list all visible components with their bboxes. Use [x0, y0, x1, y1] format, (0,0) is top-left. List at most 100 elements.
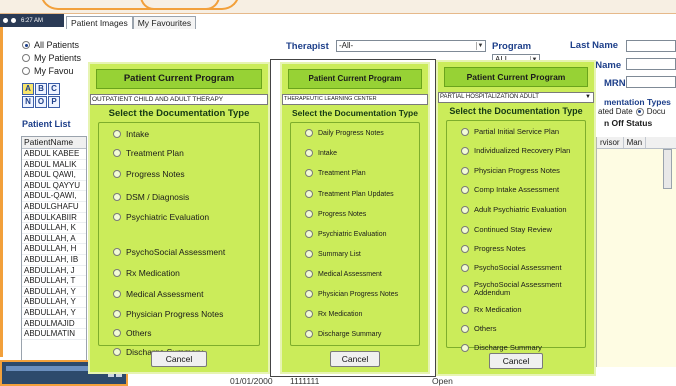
- radio-dot[interactable]: [305, 149, 313, 157]
- radio-dot[interactable]: [461, 225, 469, 234]
- doc-type-radio[interactable]: [635, 107, 644, 116]
- option-individualized-recovery-plan[interactable]: Individualized Recovery Plan: [461, 146, 570, 155]
- option-others[interactable]: Others: [461, 324, 497, 333]
- radio-dot[interactable]: [461, 324, 469, 333]
- radio-dot[interactable]: [461, 244, 469, 253]
- option-discharge-summary[interactable]: Discharge Summary: [305, 330, 381, 338]
- radio-dot[interactable]: [113, 213, 121, 221]
- radio-dot[interactable]: [113, 290, 121, 298]
- option-psychosocial-assessment[interactable]: PsychoSocial Assessment: [113, 247, 225, 257]
- table-row[interactable]: ABDULKABIIR: [22, 213, 86, 224]
- radio-dot[interactable]: [113, 348, 121, 356]
- first-name-input[interactable]: [626, 58, 676, 70]
- option-progress-notes[interactable]: Progress Notes: [113, 169, 185, 179]
- chevron-down-icon[interactable]: ▼: [476, 42, 484, 50]
- table-row[interactable]: ABDULGHAFU: [22, 202, 86, 213]
- radio-dot[interactable]: [461, 263, 469, 272]
- table-row[interactable]: ABDULLAH, IB: [22, 255, 86, 266]
- radio-dot[interactable]: [305, 250, 313, 258]
- option-discharge-summary[interactable]: Discharge Summary: [461, 343, 542, 352]
- tab-patient-images[interactable]: Patient Images: [66, 16, 133, 29]
- table-row[interactable]: ABDUL QAYYU: [22, 181, 86, 192]
- radio-dot[interactable]: [113, 149, 121, 157]
- option-continued-stay-review[interactable]: Continued Stay Review: [461, 225, 552, 234]
- therapist-select[interactable]: -All- ▼: [336, 40, 486, 52]
- radio-dot[interactable]: [22, 67, 30, 75]
- chevron-down-icon[interactable]: ▼: [585, 93, 591, 102]
- vertical-scrollbar[interactable]: [663, 149, 672, 189]
- last-name-input[interactable]: [626, 40, 676, 52]
- option-progress-notes[interactable]: Progress Notes: [461, 244, 526, 253]
- radio-dot[interactable]: [305, 169, 313, 177]
- radio-dot[interactable]: [113, 130, 121, 138]
- option-dsm-diagnosis[interactable]: DSM / Diagnosis: [113, 192, 189, 202]
- table-row[interactable]: ABDULLAH, Y: [22, 297, 86, 308]
- option-rx-medication[interactable]: Rx Medication: [461, 305, 522, 314]
- cancel-button[interactable]: Cancel: [330, 351, 380, 367]
- column-header-supervisor[interactable]: rvisor: [597, 137, 624, 148]
- option-treatment-plan-updates[interactable]: Treatment Plan Updates: [305, 190, 394, 198]
- radio-dot[interactable]: [461, 127, 469, 136]
- table-row[interactable]: ABDULLAH, K: [22, 223, 86, 234]
- tray-icon[interactable]: [3, 18, 8, 23]
- cancel-button[interactable]: Cancel: [489, 353, 543, 369]
- option-intake[interactable]: Intake: [305, 149, 337, 157]
- radio-dot[interactable]: [305, 330, 313, 338]
- tray-icon-2[interactable]: [11, 18, 16, 23]
- program-combo[interactable]: OUTPATIENT CHILD AND ADULT THERAPY: [90, 94, 268, 105]
- radio-dot[interactable]: [461, 166, 469, 175]
- alpha-button-b[interactable]: B: [35, 83, 47, 95]
- table-row[interactable]: ABDULLAH, J: [22, 266, 86, 277]
- cancel-button[interactable]: Cancel: [151, 351, 207, 367]
- option-rx-medication[interactable]: Rx Medication: [305, 310, 362, 318]
- option-psychosocial-assessment[interactable]: PsychoSocial Assessment: [461, 263, 562, 272]
- option-treatment-plan[interactable]: Treatment Plan: [113, 148, 184, 158]
- table-row[interactable]: ABDUL KABEE: [22, 149, 86, 160]
- option-medical-assessment[interactable]: Medical Assessment: [113, 289, 203, 299]
- table-row[interactable]: ABDULLAH, A: [22, 234, 86, 245]
- radio-dot[interactable]: [22, 54, 30, 62]
- radio-dot[interactable]: [113, 329, 121, 337]
- option-daily-progress-notes[interactable]: Daily Progress Notes: [305, 129, 384, 137]
- option-comp-intake-assessment[interactable]: Comp Intake Assessment: [461, 185, 559, 194]
- option-psychiatric-evaluation[interactable]: Psychiatric Evaluation: [113, 212, 209, 222]
- option-psychosocial-assessment-addendum[interactable]: PsychoSocial Assessment Addendum: [461, 281, 562, 297]
- radio-dot[interactable]: [461, 343, 469, 352]
- radio-dot[interactable]: [305, 190, 313, 198]
- radio-dot[interactable]: [305, 230, 313, 238]
- alpha-button-a[interactable]: A: [22, 83, 34, 95]
- alpha-button-p[interactable]: P: [48, 96, 60, 108]
- radio-dot[interactable]: [461, 146, 469, 155]
- option-partial-initial-service-plan[interactable]: Partial Initial Service Plan: [461, 127, 559, 136]
- option-rx-medication[interactable]: Rx Medication: [113, 268, 180, 278]
- option-adult-psychiatric-evaluation[interactable]: Adult Psychiatric Evaluation: [461, 205, 567, 214]
- option-physician-progress-notes[interactable]: Physician Progress Notes: [461, 166, 560, 175]
- option-treatment-plan[interactable]: Treatment Plan: [305, 169, 366, 177]
- radio-my-favourites[interactable]: My Favou: [22, 66, 74, 76]
- tab-my-favourites[interactable]: My Favourites: [132, 16, 197, 29]
- column-header-man[interactable]: Man: [624, 137, 647, 148]
- radio-dot[interactable]: [305, 270, 313, 278]
- table-row[interactable]: ABDUL MALIK: [22, 160, 86, 171]
- radio-dot[interactable]: [113, 310, 121, 318]
- radio-dot[interactable]: [305, 310, 313, 318]
- program-combo[interactable]: PARTIAL HOSPITALIZATION ADULT ▼: [438, 92, 594, 103]
- option-physician-progress-notes[interactable]: Physician Progress Notes: [113, 309, 223, 319]
- table-row[interactable]: ABDULMATIN: [22, 329, 86, 340]
- radio-dot[interactable]: [113, 193, 121, 201]
- table-row[interactable]: ABDULLAH, Y: [22, 308, 86, 319]
- radio-dot[interactable]: [305, 290, 313, 298]
- mrn-input[interactable]: [626, 76, 676, 88]
- table-row[interactable]: ABDUL QAWI,: [22, 170, 86, 181]
- table-row[interactable]: ABDULLAH, T: [22, 276, 86, 287]
- alpha-button-o[interactable]: O: [35, 96, 47, 108]
- radio-all-patients[interactable]: All Patients: [22, 40, 79, 50]
- table-row[interactable]: ABDULMAJID: [22, 319, 86, 330]
- option-others[interactable]: Others: [113, 328, 152, 338]
- radio-dot[interactable]: [22, 41, 30, 49]
- program-combo[interactable]: THERAPEUTIC LEARNING CENTER: [282, 94, 428, 105]
- radio-dot[interactable]: [113, 269, 121, 277]
- option-progress-notes[interactable]: Progress Notes: [305, 210, 366, 218]
- radio-dot[interactable]: [305, 210, 313, 218]
- table-row[interactable]: ABDUL-QAWI,: [22, 191, 86, 202]
